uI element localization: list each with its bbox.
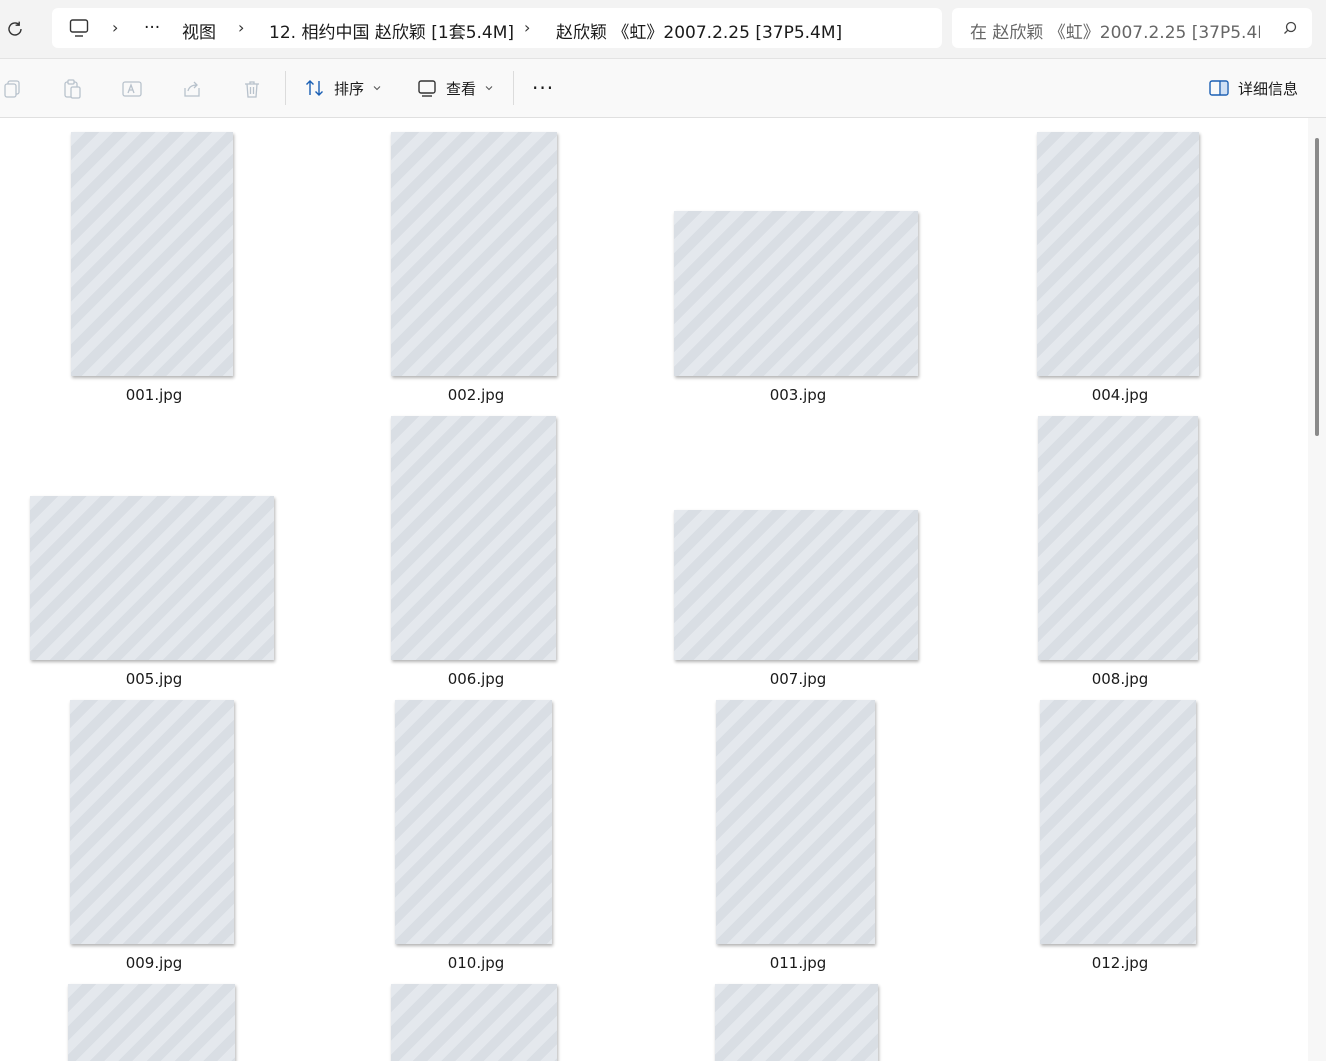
- file-thumbnail[interactable]: [391, 984, 557, 1061]
- file-name[interactable]: 007.jpg: [718, 670, 878, 688]
- more-options-button[interactable]: ···: [532, 73, 554, 103]
- image-placeholder: [395, 700, 552, 944]
- paste-icon[interactable]: [61, 78, 83, 100]
- breadcrumb-item-folder[interactable]: 赵欣颖 《虹》2007.2.25 [37P5.4M]: [556, 18, 842, 43]
- file-name[interactable]: 008.jpg: [1040, 670, 1200, 688]
- file-name[interactable]: 002.jpg: [396, 386, 556, 404]
- sort-button[interactable]: 排序: [304, 73, 382, 103]
- file-thumbnail[interactable]: [71, 132, 233, 376]
- breadcrumb-more[interactable]: ···: [144, 18, 160, 38]
- search-input[interactable]: 在 赵欣颖 《虹》2007.2.25 [37P5.4M]: [970, 18, 1260, 43]
- share-icon[interactable]: [181, 78, 203, 100]
- toolbar-divider: [285, 71, 286, 105]
- delete-icon[interactable]: [241, 78, 263, 100]
- computer-icon[interactable]: [68, 17, 90, 39]
- vertical-scrollbar[interactable]: [1308, 118, 1326, 1061]
- scrollbar-thumb[interactable]: [1315, 138, 1319, 436]
- file-thumbnail[interactable]: [391, 132, 557, 376]
- address-bar: › ··· 视图 › 12. 相约中国 赵欣颖 [1套5.4M] › 赵欣颖 《…: [0, 0, 1326, 59]
- image-placeholder: [391, 416, 556, 660]
- rename-icon[interactable]: [121, 78, 143, 100]
- file-thumbnail[interactable]: [715, 984, 878, 1061]
- file-name[interactable]: 005.jpg: [74, 670, 234, 688]
- chevron-down-icon: [485, 86, 493, 91]
- file-name[interactable]: 009.jpg: [74, 954, 234, 972]
- file-name[interactable]: 012.jpg: [1040, 954, 1200, 972]
- file-thumbnail[interactable]: [674, 510, 918, 660]
- chevron-right-icon[interactable]: ›: [524, 18, 530, 37]
- search-box[interactable]: 在 赵欣颖 《虹》2007.2.25 [37P5.4M]: [952, 8, 1312, 48]
- file-name[interactable]: 011.jpg: [718, 954, 878, 972]
- file-name[interactable]: 006.jpg: [396, 670, 556, 688]
- file-thumbnail[interactable]: [395, 700, 552, 944]
- breadcrumb-item-set[interactable]: 12. 相约中国 赵欣颖 [1套5.4M]: [269, 18, 514, 43]
- image-placeholder: [674, 211, 918, 376]
- image-placeholder: [391, 984, 557, 1061]
- sort-icon: [306, 80, 323, 96]
- file-name[interactable]: 010.jpg: [396, 954, 556, 972]
- file-thumbnail[interactable]: [716, 700, 875, 944]
- file-grid: 001.jpg 002.jpg 003.jpg 004.jpg 005.jpg …: [0, 118, 1308, 1061]
- chevron-down-icon: [373, 86, 381, 91]
- image-placeholder: [71, 132, 233, 376]
- file-thumbnail[interactable]: [674, 211, 918, 376]
- chevron-right-icon[interactable]: ›: [238, 18, 244, 37]
- file-thumbnail[interactable]: [391, 416, 556, 660]
- sort-label: 排序: [334, 79, 365, 98]
- file-name[interactable]: 001.jpg: [74, 386, 234, 404]
- file-thumbnail[interactable]: [1038, 416, 1198, 660]
- details-button[interactable]: 详细信息: [1208, 73, 1298, 103]
- file-name[interactable]: 003.jpg: [718, 386, 878, 404]
- command-bar: 排序 查看 ··· 详细信息: [0, 59, 1326, 118]
- file-thumbnail[interactable]: [30, 496, 274, 660]
- chevron-right-icon[interactable]: ›: [112, 18, 118, 37]
- breadcrumb[interactable]: › ··· 视图 › 12. 相约中国 赵欣颖 [1套5.4M] › 赵欣颖 《…: [52, 8, 942, 48]
- search-icon[interactable]: [1282, 20, 1298, 36]
- file-name[interactable]: 004.jpg: [1040, 386, 1200, 404]
- image-placeholder: [715, 984, 878, 1061]
- view-button[interactable]: 查看: [416, 73, 494, 103]
- image-placeholder: [1040, 700, 1196, 944]
- file-thumbnail[interactable]: [1037, 132, 1199, 376]
- details-pane-icon: [1209, 80, 1229, 96]
- image-placeholder: [1038, 416, 1198, 660]
- image-placeholder: [1037, 132, 1199, 376]
- copy-icon[interactable]: [2, 78, 24, 100]
- file-thumbnail[interactable]: [70, 700, 234, 944]
- view-label: 查看: [446, 79, 477, 98]
- image-placeholder: [30, 496, 274, 660]
- refresh-icon[interactable]: [4, 18, 26, 40]
- toolbar-divider: [513, 71, 514, 105]
- file-thumbnail[interactable]: [1040, 700, 1196, 944]
- view-icon: [418, 80, 436, 97]
- image-placeholder: [716, 700, 875, 944]
- breadcrumb-item-view[interactable]: 视图: [182, 18, 216, 43]
- image-placeholder: [391, 132, 557, 376]
- image-placeholder: [68, 984, 235, 1061]
- image-placeholder: [70, 700, 234, 944]
- image-placeholder: [674, 510, 918, 660]
- file-thumbnail[interactable]: [68, 984, 235, 1061]
- details-label: 详细信息: [1238, 79, 1299, 98]
